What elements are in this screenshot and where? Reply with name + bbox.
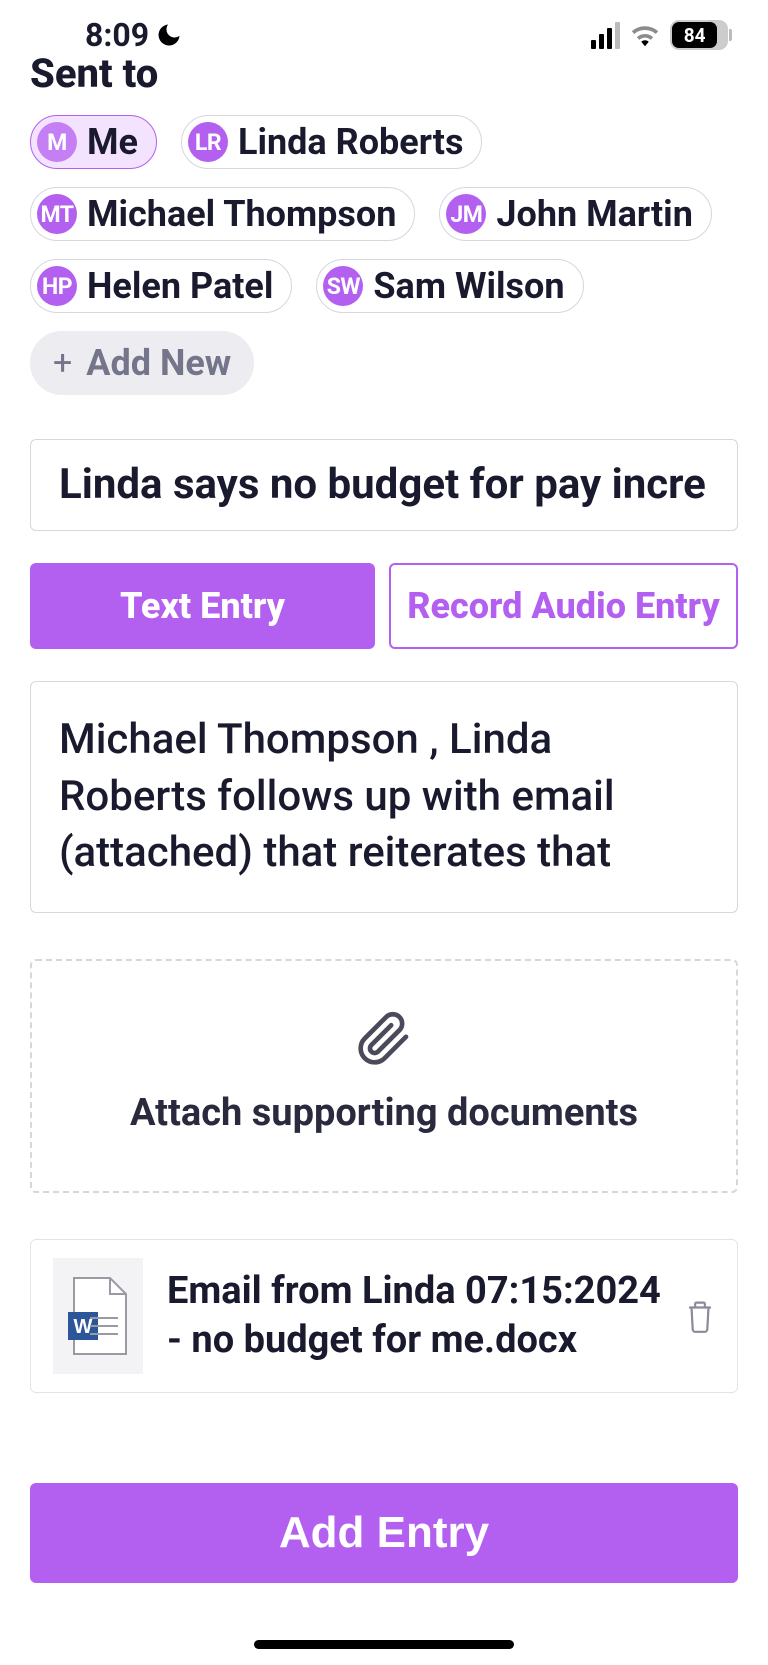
recipient-avatar: LR (188, 122, 228, 162)
attachment-filename: Email from Linda 07:15:2024 - no budget … (167, 1267, 661, 1364)
recipient-name: Sam Wilson (373, 265, 564, 307)
recipient-name: Me (87, 121, 138, 163)
recipient-avatar: M (37, 122, 77, 162)
status-time: 8:09 (85, 16, 149, 54)
word-document-icon: W (53, 1258, 143, 1374)
sent-to-label: Sent to (30, 50, 738, 97)
status-right: 84 (591, 20, 728, 50)
recipient-chips: MMe LRLinda Roberts MTMichael Thompson JMJo… (30, 115, 738, 395)
recipient-name: Linda Roberts (238, 121, 463, 163)
battery-indicator: 84 (670, 20, 728, 50)
recipient-name: Michael Thompson (87, 193, 396, 235)
recipient-name: Helen Patel (87, 265, 273, 307)
wifi-icon (630, 23, 660, 47)
add-recipient-label: Add New (86, 342, 231, 384)
tab-text-entry[interactable]: Text Entry (30, 563, 375, 649)
recipient-chip[interactable]: LRLinda Roberts (181, 115, 482, 169)
paperclip-icon (356, 1011, 412, 1067)
recipient-chip[interactable]: JMJohn Martin (439, 187, 711, 241)
entry-body-textarea[interactable]: Michael Thompson , Linda Roberts follows… (30, 681, 738, 913)
recipient-chip[interactable]: MTMichael Thompson (30, 187, 415, 241)
recipient-avatar: MT (37, 194, 77, 234)
entry-mode-tabs: Text Entry Record Audio Entry (30, 563, 738, 649)
recipient-name: John Martin (496, 193, 692, 235)
home-indicator[interactable] (254, 1640, 514, 1649)
attach-label: Attach supporting documents (130, 1091, 638, 1135)
attach-dropzone[interactable]: Attach supporting documents (30, 959, 738, 1193)
entry-title-input[interactable]: Linda says no budget for pay incre (30, 439, 738, 531)
cellular-signal-icon (591, 22, 620, 49)
tab-record-audio-entry[interactable]: Record Audio Entry (389, 563, 738, 649)
add-recipient-button[interactable]: + Add New (30, 331, 254, 395)
recipient-avatar: SW (323, 266, 363, 306)
recipient-chip[interactable]: HPHelen Patel (30, 259, 292, 313)
add-entry-button[interactable]: Add Entry (30, 1483, 738, 1583)
recipient-avatar: JM (446, 194, 486, 234)
status-left: 8:09 (85, 16, 183, 54)
plus-icon: + (53, 343, 72, 383)
recipient-avatar: HP (37, 266, 77, 306)
attachment-row[interactable]: W Email from Linda 07:15:2024 - no budge… (30, 1239, 738, 1393)
delete-attachment-icon[interactable] (685, 1299, 715, 1333)
do-not-disturb-icon (155, 21, 183, 49)
recipient-chip[interactable]: MMe (30, 115, 157, 169)
battery-level: 84 (684, 24, 706, 47)
svg-text:W: W (74, 1316, 93, 1338)
recipient-chip[interactable]: SWSam Wilson (316, 259, 583, 313)
